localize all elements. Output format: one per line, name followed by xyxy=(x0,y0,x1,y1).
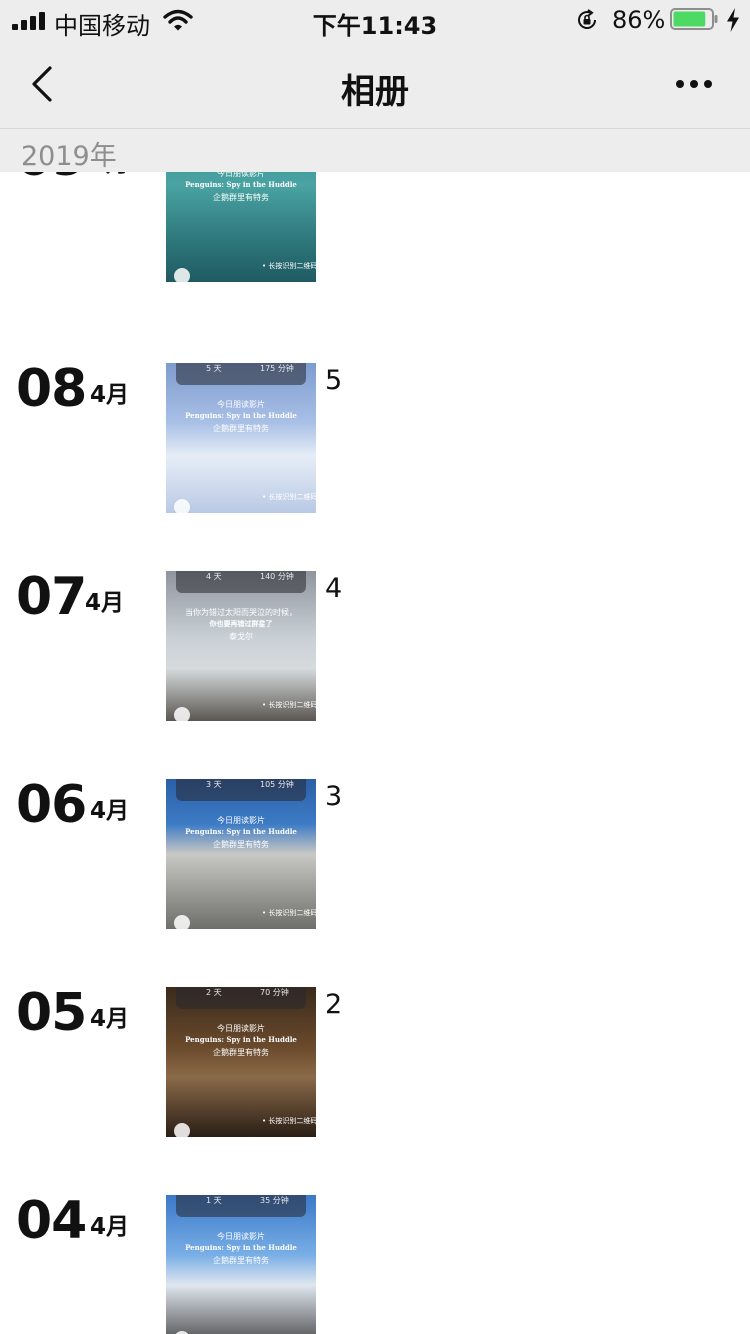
year-section-header: 2019年 xyxy=(0,129,750,172)
day-number: 06 xyxy=(16,775,87,835)
logo-icon xyxy=(174,268,190,282)
album-day-entry: 07 4月 4 天 140 分钟 当你为错过太阳而哭泣的时候， 你也要再错过群星… xyxy=(0,567,750,721)
thumb-line-2: Penguins: Spy in the Huddle xyxy=(185,1243,297,1252)
status-bar: 中国移动 下午11:43 86% xyxy=(0,0,750,40)
photo-thumbnail[interactable]: 4 天 140 分钟 当你为错过太阳而哭泣的时候， 你也要再错过群星了 泰戈尔 … xyxy=(166,571,316,721)
album-day-entry: 05 4月 2 天 70 分钟 今日朋读影片 Penguins: Spy in … xyxy=(0,983,750,1137)
album-day-entry: 06 4月 3 天 105 分钟 今日朋读影片 Penguins: Spy in… xyxy=(0,775,750,929)
album-day-entry: 09 4月 今日朋读影片 Penguins: Spy in the Huddle… xyxy=(0,172,750,282)
thumb-line-3: 泰戈尔 xyxy=(229,632,253,641)
photo-caption[interactable]: 3 xyxy=(325,781,342,812)
stat-days: 3 天 xyxy=(206,780,222,789)
photo-thumbnail[interactable]: 3 天 105 分钟 今日朋读影片 Penguins: Spy in the H… xyxy=(166,779,316,929)
thumb-line-3: 企鹅群里有特务 xyxy=(213,193,269,202)
thumb-line-3: 企鹅群里有特务 xyxy=(213,1048,269,1057)
month-label: 4月 xyxy=(90,1006,130,1032)
stat-days: 5 天 xyxy=(206,364,222,373)
month-label: 4月 xyxy=(90,382,130,408)
thumb-line-1: 今日朋读影片 xyxy=(217,1024,265,1033)
thumb-line-2: 你也要再错过群星了 xyxy=(209,619,273,628)
stat-minutes: 140 分钟 xyxy=(260,572,294,581)
album-day-entry: 08 4月 5 天 175 分钟 今日朋读影片 Penguins: Spy in… xyxy=(0,359,750,513)
navigation-bar: 相册 xyxy=(0,40,750,129)
day-number: 09 xyxy=(16,172,87,188)
thumb-line-1: 今日朋读影片 xyxy=(217,1232,265,1241)
thumb-line-1: 今日朋读影片 xyxy=(217,172,265,178)
thumb-line-1: 今日朋读影片 xyxy=(217,400,265,409)
stat-minutes: 105 分钟 xyxy=(260,780,294,789)
stat-days: 4 天 xyxy=(206,572,222,581)
photo-caption[interactable]: 2 xyxy=(325,989,342,1020)
more-options-button[interactable] xyxy=(664,64,724,104)
photo-caption[interactable]: 5 xyxy=(325,365,342,396)
stat-minutes: 35 分钟 xyxy=(260,1196,289,1205)
stat-minutes: 175 分钟 xyxy=(260,364,294,373)
qr-hint: • 长按识别二维码 xyxy=(262,493,316,501)
stat-card: 4 天 140 分钟 xyxy=(176,571,306,593)
album-list[interactable]: 09 4月 今日朋读影片 Penguins: Spy in the Huddle… xyxy=(0,172,750,1334)
battery-icon xyxy=(670,8,718,30)
photo-thumbnail[interactable]: 2 天 70 分钟 今日朋读影片 Penguins: Spy in the Hu… xyxy=(166,987,316,1137)
rotation-lock-icon xyxy=(578,9,596,29)
thumb-line-2: Penguins: Spy in the Huddle xyxy=(185,411,297,420)
thumb-line-3: 企鹅群里有特务 xyxy=(213,424,269,433)
qr-hint: • 长按识别二维码 xyxy=(262,1117,316,1125)
qr-hint: • 长按识别二维码 xyxy=(262,909,316,917)
day-number: 05 xyxy=(16,983,87,1043)
stat-card: 2 天 70 分钟 xyxy=(176,987,306,1009)
thumb-line-1: 今日朋读影片 xyxy=(217,816,265,825)
thumb-line-2: Penguins: Spy in the Huddle xyxy=(185,827,297,836)
charging-bolt-icon xyxy=(727,8,739,32)
month-label: 4月 xyxy=(90,1214,130,1240)
year-label: 2019年 xyxy=(21,141,117,172)
logo-icon xyxy=(174,499,190,513)
thumb-line-3: 企鹅群里有特务 xyxy=(213,1256,269,1265)
photo-thumbnail[interactable]: 今日朋读影片 Penguins: Spy in the Huddle 企鹅群里有… xyxy=(166,172,316,282)
stat-minutes: 70 分钟 xyxy=(260,988,289,997)
day-number: 04 xyxy=(16,1191,87,1251)
photo-thumbnail[interactable]: 5 天 175 分钟 今日朋读影片 Penguins: Spy in the H… xyxy=(166,363,316,513)
day-number: 08 xyxy=(16,359,87,419)
stat-card: 1 天 35 分钟 xyxy=(176,1195,306,1217)
stat-card: 5 天 175 分钟 xyxy=(176,363,306,385)
photo-thumbnail[interactable]: 1 天 35 分钟 今日朋读影片 Penguins: Spy in the Hu… xyxy=(166,1195,316,1334)
logo-icon xyxy=(174,1123,190,1137)
stat-days: 2 天 xyxy=(206,988,222,997)
qr-hint: • 长按识别二维码 xyxy=(262,262,316,270)
month-label: 4月 xyxy=(90,798,130,824)
day-number: 07 xyxy=(16,567,87,627)
thumb-line-3: 企鹅群里有特务 xyxy=(213,840,269,849)
page-title: 相册 xyxy=(341,72,409,112)
qr-hint: • 长按识别二维码 xyxy=(262,701,316,709)
album-day-entry: 04 4月 1 天 35 分钟 今日朋读影片 Penguins: Spy in … xyxy=(0,1191,750,1334)
photo-caption[interactable]: 4 xyxy=(325,573,342,604)
logo-icon xyxy=(174,915,190,929)
thumb-line-2: Penguins: Spy in the Huddle xyxy=(185,180,297,189)
month-label: 4月 xyxy=(85,590,125,616)
battery-percent: 86% xyxy=(612,6,666,34)
logo-icon xyxy=(174,707,190,721)
stat-days: 1 天 xyxy=(206,1196,222,1205)
more-dots-icon xyxy=(676,80,684,88)
thumb-line-1: 当你为错过太阳而哭泣的时候， xyxy=(185,608,297,617)
thumb-line-2: Penguins: Spy in the Huddle xyxy=(185,1035,297,1044)
stat-card: 3 天 105 分钟 xyxy=(176,779,306,801)
